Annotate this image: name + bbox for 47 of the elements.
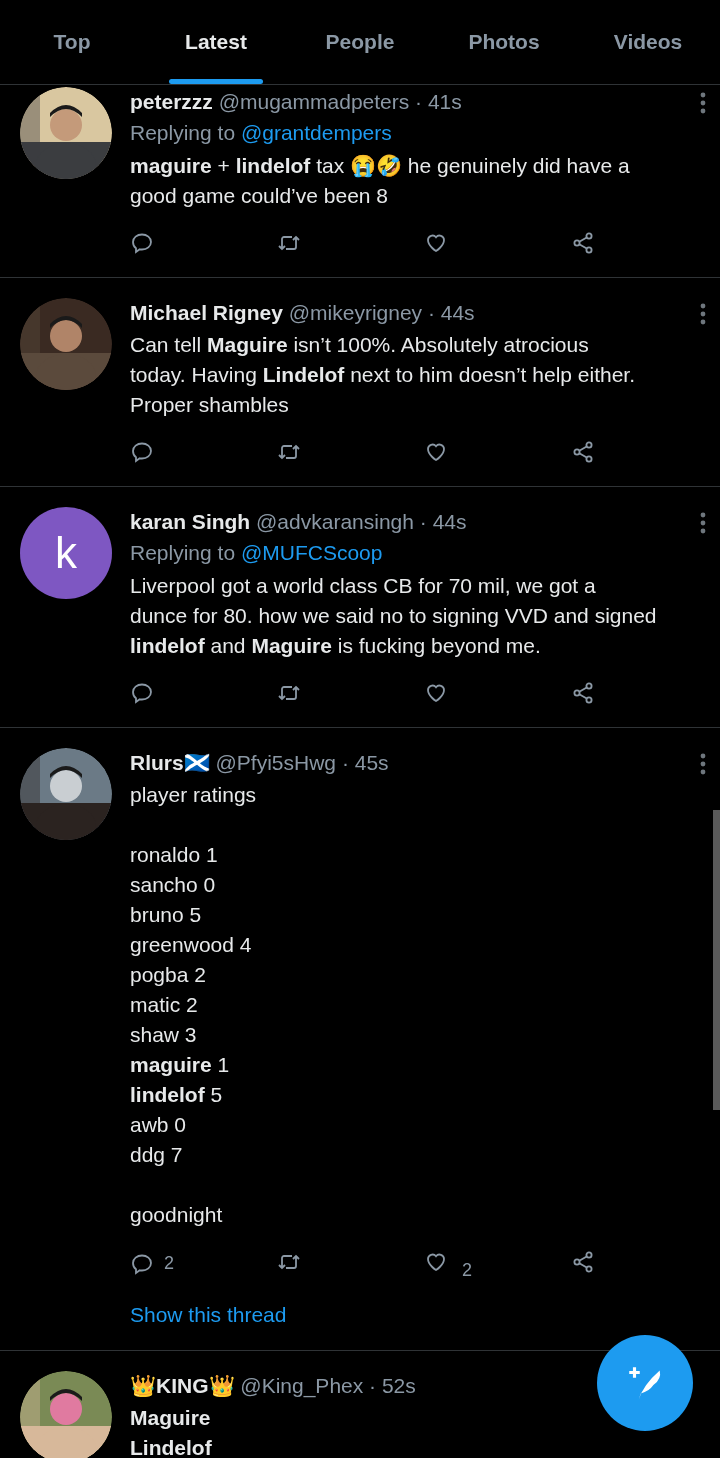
mention-link[interactable]: @grantdempers	[240, 121, 392, 144]
user-name: Michael Rigney	[130, 301, 283, 324]
user-name: peterzzz	[130, 90, 213, 113]
more-icon[interactable]	[700, 303, 706, 325]
user-handle: @Pfyi5sHwg	[215, 751, 337, 774]
tweet-time: · 52s	[369, 1374, 416, 1397]
avatar[interactable]: k	[20, 507, 112, 599]
user-handle: @mugammadpeters	[218, 90, 410, 113]
user-handle: @advkaransingh	[256, 510, 414, 533]
tweet-text: Maguire Lindelof	[130, 1405, 212, 1458]
user-name: Rlurs🏴󠁧󠁢󠁳󠁣󠁴󠁿	[130, 751, 210, 774]
replying-label: Replying to	[130, 541, 236, 564]
share-icon[interactable]	[571, 681, 595, 705]
user-handle: @mikeyrigney	[288, 301, 423, 324]
reply-count: 2	[164, 1252, 174, 1275]
share-icon[interactable]	[571, 231, 595, 255]
reply-icon[interactable]	[130, 440, 154, 464]
tab[interactable]: People	[288, 0, 432, 84]
replying-label: Replying to	[130, 121, 236, 144]
mention-link[interactable]: @MUFCScoop	[240, 541, 383, 564]
tweet-time: · 44s	[419, 510, 467, 533]
tweet-text: Liverpool got a world class CB for 70 mil, we got a dunce for 80. how we said no to signing VVD and signed lindelof and Maguire is fucking beyond me.	[130, 573, 657, 659]
show-thread-link[interactable]: Show this thread	[130, 1300, 708, 1330]
more-icon[interactable]	[700, 512, 706, 534]
tweet-text: Can tell Maguire isn’t 100%. Absolutely atrocious today. Having Lindelof next to him doesn’t help either. Proper shambles	[130, 332, 636, 418]
tab[interactable]: Videos	[576, 0, 720, 84]
user-name: 👑KING👑	[130, 1374, 235, 1397]
reply-icon[interactable]	[130, 231, 154, 255]
reply-icon[interactable]	[130, 681, 154, 705]
tweet-text: ronaldo 1 sancho 0 bruno 5 greenwood 4 pogba 2 matic 2 shaw 3 maguire 1 lindelof 5 awb 0 ddg 7	[130, 842, 252, 1168]
tab[interactable]: Top	[0, 0, 144, 84]
more-icon[interactable]	[700, 92, 706, 114]
tweet-time: · 44s	[427, 301, 475, 324]
user-handle: @King_Phex	[240, 1374, 364, 1397]
tweet-time: · 45s	[341, 751, 389, 774]
share-icon[interactable]	[571, 1250, 595, 1274]
tweet-text: goodnight	[130, 1202, 223, 1228]
like-count: 2	[462, 1259, 472, 1282]
tweet-text: maguire + lindelof tax 😭🤣 he genuinely did have a good game could’ve been 8	[130, 153, 630, 209]
scrollbar[interactable]	[713, 810, 720, 1110]
more-icon[interactable]	[700, 753, 706, 775]
user-name: karan Singh	[130, 510, 251, 533]
tab[interactable]: Latest	[144, 0, 288, 84]
tab[interactable]: Photos	[432, 0, 576, 84]
share-icon[interactable]	[571, 440, 595, 464]
tweet-text: player ratings	[130, 782, 257, 808]
tweet-time: · 41s	[415, 90, 462, 113]
